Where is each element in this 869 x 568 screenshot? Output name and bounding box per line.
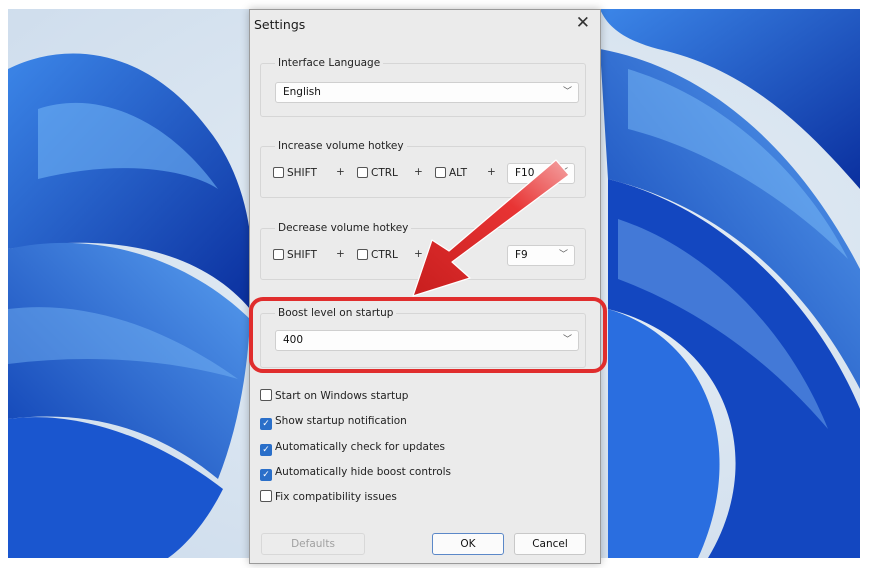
increase-hotkey-legend: Increase volume hotkey	[275, 140, 407, 152]
option-hide-boost-controls[interactable]: ✓ Automatically hide boost controls	[260, 465, 451, 481]
increase-shift-label: SHIFT	[287, 167, 317, 179]
decrease-shift-checkbox[interactable]: SHIFT	[273, 247, 317, 263]
interface-language-select[interactable]: English ﹀	[275, 82, 579, 103]
option-start-on-windows[interactable]: Start on Windows startup	[260, 389, 408, 403]
option-label: Start on Windows startup	[275, 390, 409, 402]
decrease-key-value: F9	[515, 249, 528, 261]
checkbox-icon	[273, 167, 284, 178]
checkbox-icon	[435, 167, 446, 178]
checkbox-icon	[273, 249, 284, 260]
close-icon[interactable]: ✕	[576, 13, 590, 33]
plus-sign: +	[336, 248, 345, 260]
increase-ctrl-label: CTRL	[371, 167, 398, 179]
checkbox-checked-icon: ✓	[260, 444, 272, 456]
increase-key-select[interactable]: F10 ﹀	[507, 163, 575, 184]
chevron-down-icon: ﹀	[562, 87, 572, 97]
increase-alt-checkbox[interactable]: ALT	[435, 165, 467, 181]
checkbox-unchecked-icon	[260, 490, 272, 502]
plus-sign: +	[414, 248, 423, 260]
increase-alt-label: ALT	[449, 167, 468, 179]
checkbox-checked-icon: ✓	[260, 469, 272, 481]
ok-button[interactable]: OK	[432, 533, 504, 555]
checkbox-icon	[357, 167, 368, 178]
checkbox-checked-icon: ✓	[260, 418, 272, 430]
cancel-button[interactable]: Cancel	[514, 533, 586, 555]
increase-key-value: F10	[515, 167, 535, 179]
option-label: Fix compatibility issues	[275, 491, 397, 503]
chevron-down-icon: ﹀	[558, 250, 568, 260]
option-label: Automatically hide boost controls	[275, 466, 452, 478]
defaults-button[interactable]: Defaults	[261, 533, 365, 555]
decrease-hotkey-group: Decrease volume hotkey SHIFT + CTRL + F9…	[260, 222, 586, 280]
interface-language-group: Interface Language English ﹀	[260, 57, 586, 117]
increase-ctrl-checkbox[interactable]: CTRL	[357, 165, 398, 181]
decrease-hotkey-legend: Decrease volume hotkey	[275, 222, 412, 234]
plus-sign: +	[487, 166, 496, 178]
decrease-key-select[interactable]: F9 ﹀	[507, 245, 575, 266]
plus-sign: +	[336, 166, 345, 178]
option-label: Show startup notification	[275, 415, 407, 427]
option-show-notification[interactable]: ✓ Show startup notification	[260, 414, 407, 430]
option-fix-compatibility[interactable]: Fix compatibility issues	[260, 490, 397, 504]
decrease-shift-label: SHIFT	[287, 249, 317, 261]
dialog-title: Settings	[254, 17, 306, 32]
settings-dialog: Settings ✕ Interface Language English ﹀ …	[249, 9, 601, 564]
increase-shift-checkbox[interactable]: SHIFT	[273, 165, 317, 181]
plus-sign: +	[414, 166, 423, 178]
decrease-ctrl-checkbox[interactable]: CTRL	[357, 247, 398, 263]
annotation-highlight-box	[249, 297, 607, 373]
increase-hotkey-group: Increase volume hotkey SHIFT + CTRL + AL…	[260, 140, 586, 198]
interface-language-value: English	[283, 86, 321, 98]
checkbox-icon	[357, 249, 368, 260]
option-label: Automatically check for updates	[275, 441, 445, 453]
interface-language-legend: Interface Language	[275, 57, 384, 69]
chevron-down-icon: ﹀	[558, 168, 568, 178]
option-check-updates[interactable]: ✓ Automatically check for updates	[260, 440, 445, 456]
checkbox-unchecked-icon	[260, 389, 272, 401]
decrease-ctrl-label: CTRL	[371, 249, 398, 261]
